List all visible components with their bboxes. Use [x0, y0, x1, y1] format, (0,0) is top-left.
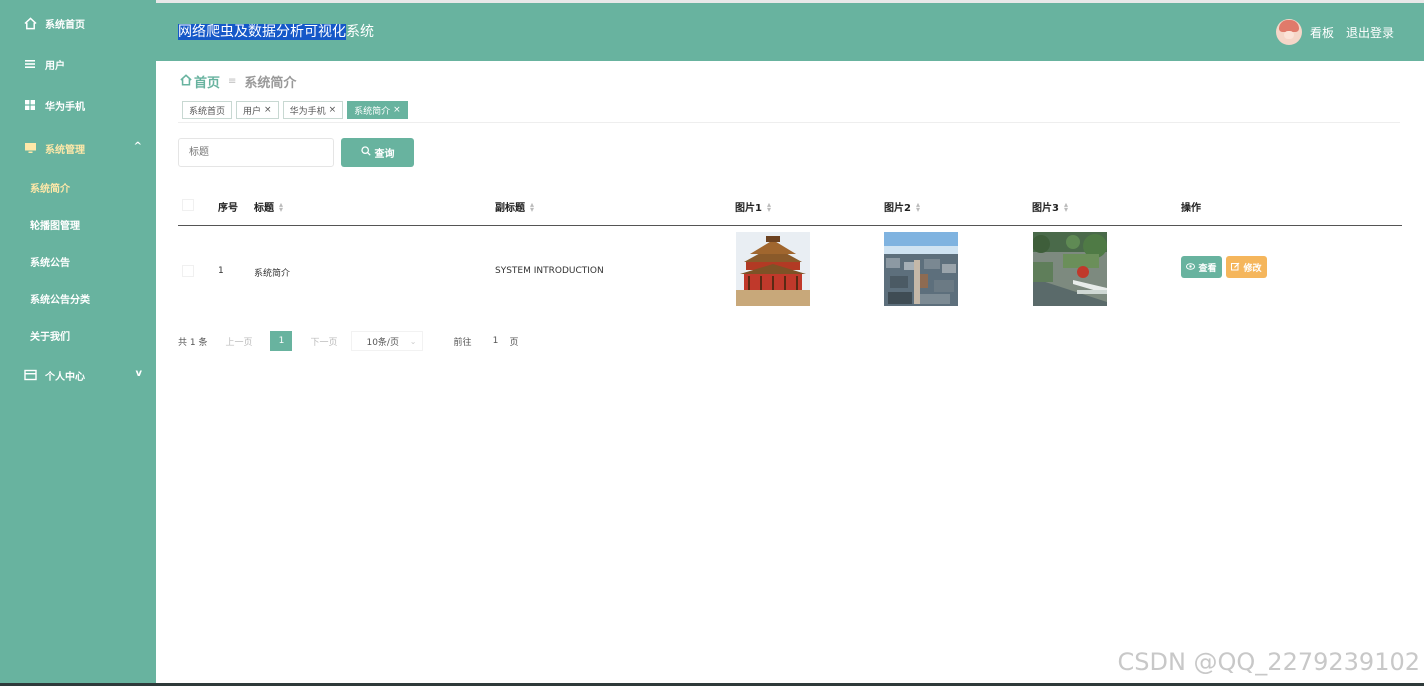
column-header-image3[interactable]: 图片3 ▴ ▾: [1032, 199, 1068, 214]
tags-view: 系统首页 用户 × 华为手机 × 系统简介 ×: [182, 101, 408, 119]
breadcrumb-home[interactable]: 首页: [194, 72, 220, 91]
search-icon: [360, 146, 371, 159]
breadcrumb-separator-icon: ≡: [228, 76, 237, 87]
sidebar-item-label: 个人中心: [45, 371, 85, 383]
row-index: 1: [218, 266, 224, 276]
tag-system-intro[interactable]: 系统简介 ×: [347, 101, 408, 119]
column-header-actions: 操作: [1181, 203, 1201, 214]
sidebar-item-label: 用户: [45, 60, 65, 72]
sidebar-item-system-management[interactable]: 系统管理 ^: [0, 130, 156, 166]
row-title: 系统简介: [254, 269, 291, 279]
pagination-prev[interactable]: 上一页: [225, 335, 252, 348]
sidebar-subitem-announcements[interactable]: 系统公告: [0, 246, 156, 276]
breadcrumb: 首页 ≡ 系统简介: [180, 72, 296, 91]
sort-icon[interactable]: ▴ ▾: [916, 200, 920, 213]
close-icon[interactable]: ×: [264, 105, 272, 115]
image3-thumbnail[interactable]: [1033, 232, 1107, 306]
avatar[interactable]: [1275, 19, 1302, 45]
chevron-down-icon: v: [135, 368, 142, 379]
page-size-value: 10条/页: [366, 337, 399, 348]
row-checkbox[interactable]: [182, 265, 194, 277]
close-icon[interactable]: ×: [393, 105, 401, 115]
sort-icon[interactable]: ▴ ▾: [279, 200, 283, 213]
menu-lines-icon: [23, 57, 37, 71]
page-size-select[interactable]: 10条/页 ⌄: [351, 331, 424, 351]
divider: [178, 122, 1400, 123]
card-icon: [23, 368, 37, 382]
image2-thumbnail[interactable]: [884, 232, 958, 306]
select-all-checkbox[interactable]: [182, 199, 194, 211]
logout-link[interactable]: 退出登录: [1346, 24, 1394, 41]
pagination: 共 1 条 上一页 1 下一页 10条/页 ⌄ 前往 1 页: [178, 331, 519, 351]
sidebar-item-users[interactable]: 用户: [0, 46, 156, 82]
sidebar-item-label: 华为手机: [45, 101, 85, 113]
column-header-index: 序号: [218, 203, 238, 214]
pagination-goto-input[interactable]: 1: [486, 336, 506, 346]
sort-icon[interactable]: ▴ ▾: [1064, 200, 1068, 213]
search-button[interactable]: 查询: [341, 138, 414, 167]
search-button-label: 查询: [374, 149, 395, 160]
view-button[interactable]: 查看: [1181, 256, 1222, 278]
app-title: 网络爬虫及数据分析可视化系统: [178, 16, 374, 48]
sidebar-item-home[interactable]: 系统首页: [0, 5, 156, 41]
tag-label: 华为手机: [289, 106, 326, 117]
sidebar-subitem-announcement-categories[interactable]: 系统公告分类: [0, 283, 156, 313]
sidebar-subitem-about-us[interactable]: 关于我们: [0, 320, 156, 350]
header: 网络爬虫及数据分析可视化系统 看板 退出登录: [156, 3, 1424, 61]
column-header-image1[interactable]: 图片1 ▴ ▾: [735, 199, 771, 214]
pagination-page-1[interactable]: 1: [270, 331, 293, 351]
sidebar: 系统首页 用户 华为手机 系统管理 ^ 系统简介 轮播图管理 系统公告 系统公告…: [0, 0, 156, 686]
header-user-area: 看板 退出登录: [1275, 19, 1394, 45]
edit-icon: [1231, 262, 1240, 273]
sidebar-subitem-carousel[interactable]: 轮播图管理: [0, 209, 156, 239]
sidebar-item-label: 系统管理: [45, 144, 85, 156]
sidebar-subitem-system-intro[interactable]: 系统简介: [0, 172, 156, 202]
pagination-next[interactable]: 下一页: [310, 335, 337, 348]
pagination-goto-label: 前往: [453, 337, 472, 348]
tag-label: 系统首页: [189, 106, 226, 117]
search-input[interactable]: [178, 138, 334, 167]
app-title-selected: 网络爬虫及数据分析可视化: [178, 24, 346, 40]
user-name[interactable]: 看板: [1310, 24, 1334, 41]
grid-icon: [23, 98, 37, 112]
close-icon[interactable]: ×: [329, 105, 337, 115]
app-title-rest: 系统: [346, 24, 374, 40]
chevron-down-icon: ⌄: [409, 336, 417, 346]
chevron-up-icon: ^: [133, 141, 142, 152]
sidebar-item-huawei-phones[interactable]: 华为手机: [0, 87, 156, 123]
edit-button-label: 修改: [1243, 262, 1262, 273]
tag-label: 用户: [243, 106, 262, 117]
breadcrumb-current: 系统简介: [244, 76, 297, 91]
sidebar-item-label: 系统首页: [45, 19, 85, 31]
pagination-goto-unit: 页: [509, 337, 519, 348]
row-subtitle: SYSTEM INTRODUCTION: [495, 266, 604, 276]
monitor-icon: [23, 141, 37, 155]
home-icon: [180, 73, 192, 90]
table-header: 序号 标题 ▴ ▾ 副标题 ▴ ▾ 图片1 ▴ ▾ 图片2 ▴ ▾ 图片3 ▴ ▾ 操作: [178, 186, 1402, 226]
tag-users[interactable]: 用户 ×: [236, 101, 279, 119]
image1-thumbnail[interactable]: [736, 232, 810, 306]
sort-icon[interactable]: ▴ ▾: [767, 200, 771, 213]
edit-button[interactable]: 修改: [1226, 256, 1267, 278]
home-icon: [23, 16, 37, 30]
column-header-title[interactable]: 标题 ▴ ▾: [254, 199, 283, 214]
sort-icon[interactable]: ▴ ▾: [530, 200, 534, 213]
watermark: CSDN @QQ_2279239102: [1117, 648, 1420, 676]
sidebar-item-personal-center[interactable]: 个人中心 v: [0, 357, 156, 393]
tag-label: 系统简介: [354, 106, 391, 117]
eye-icon: [1186, 262, 1196, 272]
pagination-total: 共 1 条: [178, 337, 208, 348]
tag-home[interactable]: 系统首页: [182, 101, 233, 119]
table-row: 1 系统简介 SYSTEM INTRODUCTION 查看 修改: [178, 227, 1402, 311]
tag-huawei-phones[interactable]: 华为手机 ×: [282, 101, 344, 119]
view-button-label: 查看: [1198, 262, 1217, 273]
column-header-image2[interactable]: 图片2 ▴ ▾: [884, 199, 920, 214]
column-header-subtitle[interactable]: 副标题 ▴ ▾: [495, 199, 534, 214]
